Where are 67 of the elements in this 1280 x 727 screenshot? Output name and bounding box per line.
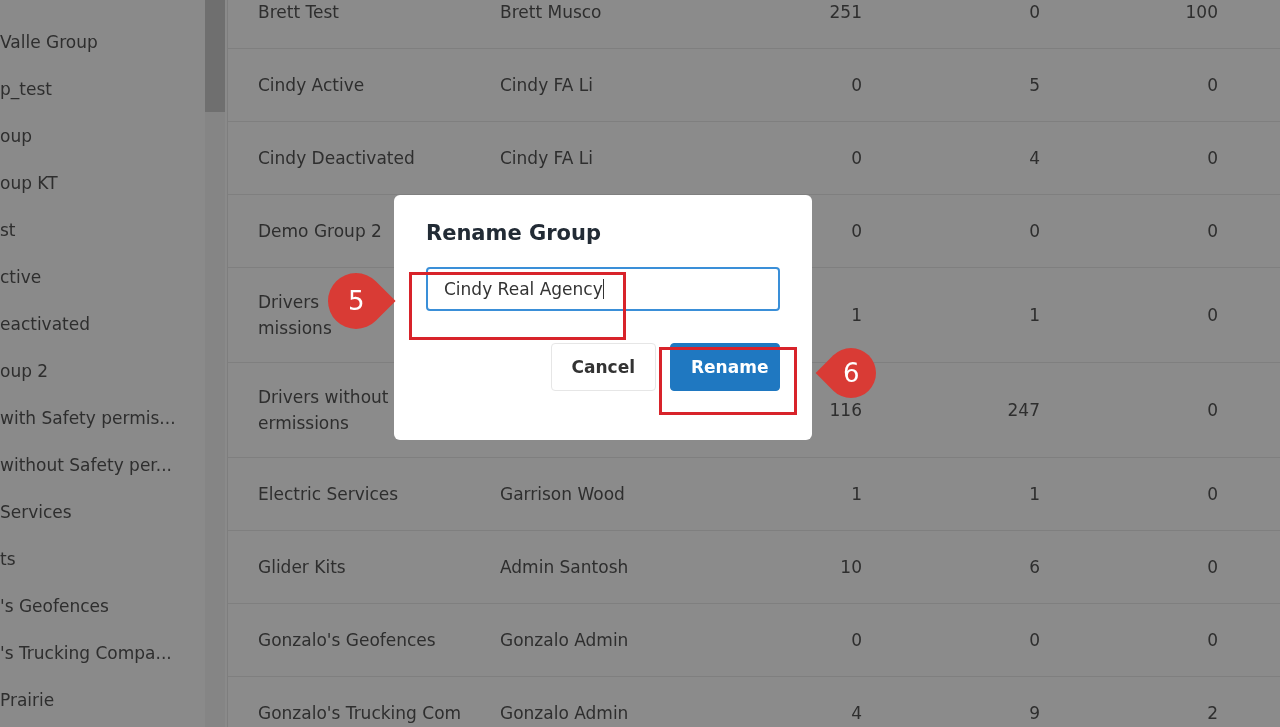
table-cell: Gonzalo Admin <box>500 630 629 650</box>
sidebar-item[interactable]: ctive <box>0 264 205 311</box>
sidebar-item[interactable]: oup 2 <box>0 358 205 405</box>
sidebar-item[interactable]: Prairie <box>0 687 205 727</box>
table-cell: 0 <box>1207 400 1218 420</box>
table-cell: 1 <box>851 484 862 504</box>
table-cell: 0 <box>1207 221 1218 241</box>
table-cell-text: Electric Services <box>258 483 399 506</box>
table-cell: 0 <box>1207 305 1218 325</box>
table-cell: 0 <box>1207 75 1218 95</box>
table-cell: Garrison Wood <box>500 484 625 504</box>
table-cell: 0 <box>1029 630 1040 650</box>
table-cell: 0 <box>851 75 862 95</box>
sidebar-item[interactable]: oup <box>0 123 205 170</box>
table-cell-text: Drivers missions <box>258 291 332 340</box>
table-cell: 0 <box>1207 148 1218 168</box>
table-cell-text: Brett Test <box>258 1 339 24</box>
sidebar-item[interactable]: oup KT <box>0 170 205 217</box>
table-cell: 1 <box>1029 305 1040 325</box>
table-cell: 0 <box>1207 630 1218 650</box>
table-cell: 0 <box>851 630 862 650</box>
sidebar-item[interactable]: Services <box>0 499 205 546</box>
table-cell-text: Gonzalo's Trucking Com <box>258 702 462 725</box>
table-cell: 0 <box>851 221 862 241</box>
table-cell: 100 <box>1185 2 1218 22</box>
table-cell-text: Demo Group 2 <box>258 220 382 243</box>
table-cell: Gonzalo Admin <box>500 703 629 723</box>
scrollbar-thumb[interactable] <box>205 0 225 112</box>
sidebar-item[interactable]: 's Trucking Compa... <box>0 640 205 687</box>
sidebar-item[interactable]: st <box>0 217 205 264</box>
table-cell: 2 <box>1207 703 1218 723</box>
sidebar-item[interactable]: eactivated <box>0 311 205 358</box>
table-cell-text: Cindy Active <box>258 74 365 97</box>
table-cell: Brett Musco <box>500 2 602 22</box>
sidebar-item[interactable]: 's Geofences <box>0 593 205 640</box>
table-cell: 1 <box>851 305 862 325</box>
table-cell: 0 <box>1029 221 1040 241</box>
table-cell: 6 <box>1029 557 1040 577</box>
table-cell-text: Drivers without ermissions <box>258 386 389 435</box>
sidebar-item[interactable]: p_test <box>0 76 205 123</box>
sidebar-item[interactable]: Valle Group <box>0 29 205 76</box>
table-cell-text: Gonzalo's Geofences <box>258 629 436 652</box>
dialog-title: Rename Group <box>426 221 602 245</box>
table-cell: 0 <box>1207 484 1218 504</box>
table-cell: 10 <box>840 557 862 577</box>
sidebar-item[interactable]: with Safety permis... <box>0 405 205 452</box>
table-cell: 251 <box>829 2 862 22</box>
table-cell-text: Cindy Deactivated <box>258 147 415 170</box>
table-cell: 9 <box>1029 703 1040 723</box>
rename-button[interactable]: Rename <box>670 343 780 391</box>
table-cell: 5 <box>1029 75 1040 95</box>
sidebar-item[interactable]: ts <box>0 546 205 593</box>
table-cell: Cindy FA Li <box>500 148 594 168</box>
cancel-button[interactable]: Cancel <box>550 343 656 391</box>
input-field[interactable]: Cindy Real Agency <box>426 267 780 311</box>
table-cell: 0 <box>1029 2 1040 22</box>
table-cell: 4 <box>1029 148 1040 168</box>
table-cell: 247 <box>1007 400 1040 420</box>
table-cell: Cindy FA Li <box>500 75 594 95</box>
table-cell: Admin Santosh <box>500 557 629 577</box>
scrollbar[interactable] <box>205 0 225 727</box>
table-cell-text: Glider Kits <box>258 556 346 579</box>
table-cell: 0 <box>1207 557 1218 577</box>
sidebar-item[interactable]: without Safety per... <box>0 452 205 499</box>
table-cell: 0 <box>851 148 862 168</box>
table-cell: 4 <box>851 703 862 723</box>
table-cell: 1 <box>1029 484 1040 504</box>
